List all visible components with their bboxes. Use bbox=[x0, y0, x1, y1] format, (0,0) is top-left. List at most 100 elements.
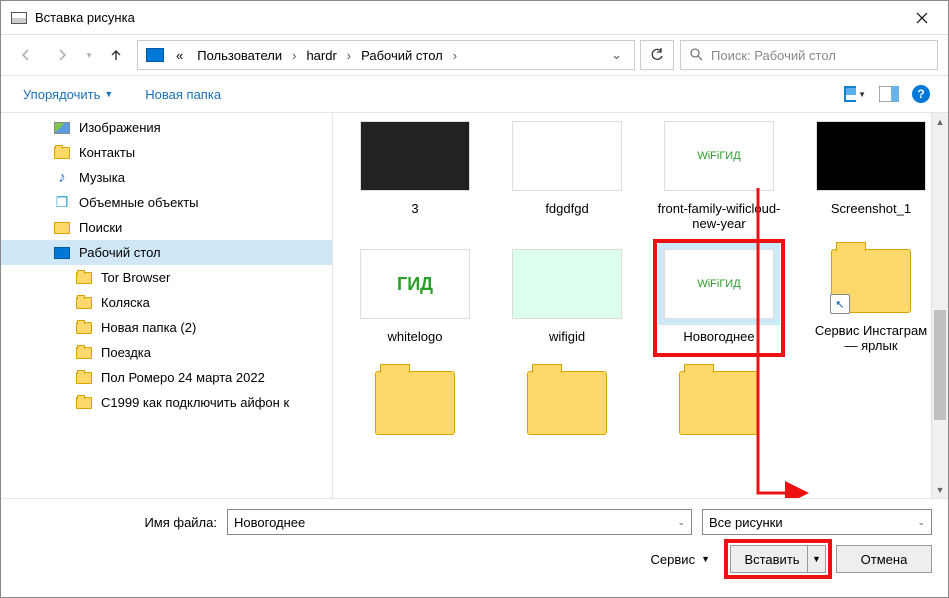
tree-item[interactable]: Поиски bbox=[1, 215, 332, 240]
tree-item[interactable]: Рабочий стол bbox=[1, 240, 332, 265]
tree-item[interactable]: Новая папка (2) bbox=[1, 315, 332, 340]
thumbnails-icon bbox=[844, 86, 856, 102]
scroll-handle[interactable] bbox=[934, 310, 946, 420]
folder-icon bbox=[75, 320, 93, 336]
folder-icon bbox=[75, 270, 93, 286]
close-button[interactable] bbox=[899, 3, 944, 33]
filename-input[interactable]: Новогоднее ⌄ bbox=[227, 509, 692, 535]
file-name: Screenshot_1 bbox=[831, 201, 911, 216]
thumbnail bbox=[360, 121, 470, 191]
arrow-left-icon bbox=[19, 48, 33, 62]
file-item[interactable]: 3 bbox=[351, 113, 479, 233]
tree-item[interactable]: ❒Объемные объекты bbox=[1, 190, 332, 215]
folder-icon bbox=[527, 371, 607, 435]
organize-button[interactable]: Упорядочить ▼ bbox=[19, 83, 117, 106]
arrow-right-icon bbox=[55, 48, 69, 62]
insert-button[interactable]: Вставить ▼ bbox=[730, 545, 826, 573]
file-item[interactable]: WiFiГИДfront-family-wificloud-new-year bbox=[655, 113, 783, 233]
file-item[interactable]: fdgdfgd bbox=[503, 113, 631, 233]
scrollbar[interactable]: ▲ ▼ bbox=[931, 113, 948, 498]
refresh-icon bbox=[650, 48, 664, 62]
file-item[interactable] bbox=[503, 363, 631, 447]
body-area: ИзображенияКонтакты♪Музыка❒Объемные объе… bbox=[1, 113, 948, 498]
crumb-part[interactable]: Пользователи bbox=[191, 46, 288, 65]
folder-icon bbox=[831, 249, 911, 313]
breadcrumb[interactable]: « Пользователи › hardr › Рабочий стол › … bbox=[137, 40, 635, 70]
tree-item[interactable]: С1999 как подключить айфон к bbox=[1, 390, 332, 415]
search-input[interactable]: Поиск: Рабочий стол bbox=[680, 40, 938, 70]
file-list[interactable]: 3 fdgdfgd WiFiГИДfront-family-wificloud-ne… bbox=[333, 113, 948, 498]
help-button[interactable]: ? bbox=[912, 85, 930, 103]
scroll-down-button[interactable]: ▼ bbox=[932, 481, 948, 498]
new-folder-button[interactable]: Новая папка bbox=[141, 83, 225, 106]
file-name: Новогоднее bbox=[683, 329, 754, 344]
preview-pane-icon bbox=[879, 86, 899, 102]
tree-item[interactable]: Поездка bbox=[1, 340, 332, 365]
chevron-down-icon: ▼ bbox=[858, 90, 866, 99]
search-icon bbox=[53, 220, 71, 236]
breadcrumb-dropdown[interactable]: ⌄ bbox=[603, 47, 630, 63]
toolbar: Упорядочить ▼ Новая папка ▼ ? bbox=[1, 75, 948, 113]
tree-item[interactable]: Изображения bbox=[1, 115, 332, 140]
nav-back-button[interactable] bbox=[11, 41, 41, 69]
tree-item[interactable]: ♪Музыка bbox=[1, 165, 332, 190]
file-item[interactable]: WiFiГИД Новогоднее bbox=[655, 241, 783, 355]
folder-icon bbox=[375, 371, 455, 435]
refresh-button[interactable] bbox=[640, 40, 674, 70]
thumbnail bbox=[512, 121, 622, 191]
scroll-track[interactable] bbox=[932, 130, 948, 481]
file-item[interactable]: ГИДwhitelogo bbox=[351, 241, 479, 355]
file-item[interactable] bbox=[351, 363, 479, 447]
location-icon bbox=[146, 48, 164, 62]
nav-recent-dropdown[interactable]: ▾ bbox=[83, 41, 95, 69]
tree-item[interactable]: Пол Ромеро 24 марта 2022 bbox=[1, 365, 332, 390]
window-title: Вставка рисунка bbox=[35, 10, 899, 25]
nav-up-button[interactable] bbox=[101, 41, 131, 69]
filename-row: Имя файла: Новогоднее ⌄ Все рисунки ⌄ bbox=[17, 509, 932, 535]
chevron-down-icon: ⌄ bbox=[677, 517, 685, 528]
desktop-icon bbox=[53, 245, 71, 261]
file-name: wifigid bbox=[549, 329, 585, 344]
file-name: Сервис Инстаграм — ярлык bbox=[809, 323, 933, 353]
tree-item[interactable]: Коляска bbox=[1, 290, 332, 315]
view-thumbnails-button[interactable]: ▼ bbox=[844, 85, 866, 103]
file-item[interactable]: Сервис Инстаграм — ярлык bbox=[807, 241, 935, 355]
scroll-up-button[interactable]: ▲ bbox=[932, 113, 948, 130]
nav-tree[interactable]: ИзображенияКонтакты♪Музыка❒Объемные объе… bbox=[1, 113, 333, 498]
button-row: Сервис ▼ Вставить ▼ Отмена bbox=[17, 545, 932, 573]
crumb-part[interactable]: Рабочий стол bbox=[355, 46, 449, 65]
filetype-filter[interactable]: Все рисунки ⌄ bbox=[702, 509, 932, 535]
nav-forward-button[interactable] bbox=[47, 41, 77, 69]
file-name: fdgdfgd bbox=[545, 201, 588, 216]
thumbnail bbox=[512, 249, 622, 319]
search-icon bbox=[689, 47, 703, 64]
thumbnail: ГИД bbox=[360, 249, 470, 319]
search-placeholder: Поиск: Рабочий стол bbox=[711, 48, 836, 63]
organize-label: Упорядочить bbox=[23, 87, 100, 102]
tree-item-label: Поиски bbox=[79, 220, 122, 235]
folder-icon bbox=[53, 145, 71, 161]
preview-pane-button[interactable] bbox=[878, 85, 900, 103]
file-item[interactable]: wifigid bbox=[503, 241, 631, 355]
chevron-right-icon: › bbox=[290, 48, 298, 63]
file-item[interactable]: Screenshot_1 bbox=[807, 113, 935, 233]
arrow-up-icon bbox=[109, 48, 123, 62]
chevron-down-icon: ▼ bbox=[104, 89, 113, 99]
tree-item[interactable]: Tor Browser bbox=[1, 265, 332, 290]
insert-dropdown[interactable]: ▼ bbox=[807, 546, 825, 572]
new-folder-label: Новая папка bbox=[145, 87, 221, 102]
folder-icon bbox=[75, 395, 93, 411]
tools-button[interactable]: Сервис ▼ bbox=[651, 552, 710, 567]
file-name: 3 bbox=[411, 201, 418, 216]
crumb-prefix: « bbox=[170, 46, 189, 65]
crumb-part[interactable]: hardr bbox=[300, 46, 342, 65]
cancel-button[interactable]: Отмена bbox=[836, 545, 932, 573]
music-icon: ♪ bbox=[53, 170, 71, 186]
thumbnail: WiFiГИД bbox=[664, 249, 774, 319]
tree-item-label: Tor Browser bbox=[101, 270, 170, 285]
tree-item[interactable]: Контакты bbox=[1, 140, 332, 165]
file-item[interactable] bbox=[655, 363, 783, 447]
tree-item-label: Пол Ромеро 24 марта 2022 bbox=[101, 370, 265, 385]
close-icon bbox=[916, 12, 928, 24]
cancel-label: Отмена bbox=[861, 552, 908, 567]
